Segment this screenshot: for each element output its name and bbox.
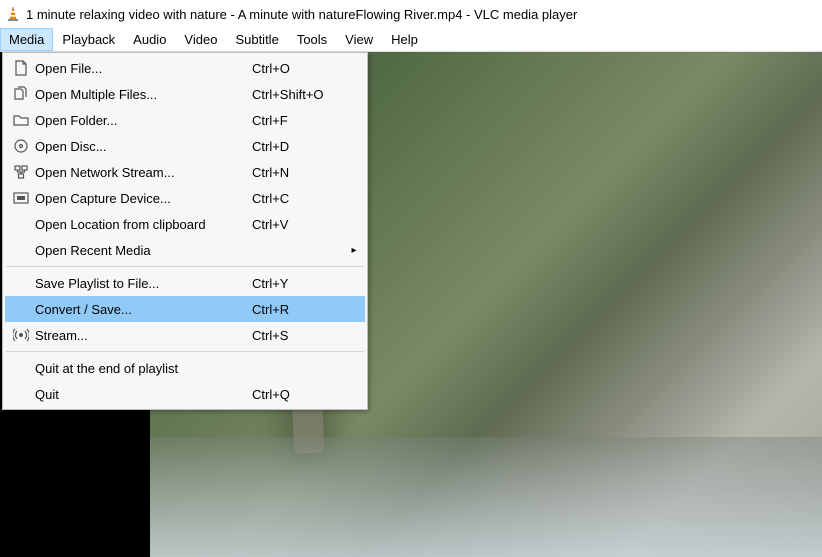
window-title: 1 minute relaxing video with nature - A … — [26, 7, 577, 22]
menu-item-label: Open File... — [33, 61, 252, 76]
menu-item-shortcut: Ctrl+O — [252, 61, 347, 76]
no-icon — [9, 384, 33, 404]
media-menu-stream[interactable]: Stream...Ctrl+S — [5, 322, 365, 348]
menubar: MediaPlaybackAudioVideoSubtitleToolsView… — [0, 28, 822, 52]
media-menu-open-capture-device[interactable]: Open Capture Device...Ctrl+C — [5, 185, 365, 211]
menu-item-label: Stream... — [33, 328, 252, 343]
media-menu-open-recent-media[interactable]: Open Recent Media ▸ — [5, 237, 365, 263]
vlc-cone-icon — [6, 6, 20, 22]
menu-audio[interactable]: Audio — [124, 28, 175, 51]
menu-item-label: Convert / Save... — [33, 302, 252, 317]
menu-item-shortcut: Ctrl+R — [252, 302, 347, 317]
menu-playback[interactable]: Playback — [53, 28, 124, 51]
disc-icon — [9, 136, 33, 156]
menu-help[interactable]: Help — [382, 28, 427, 51]
no-icon — [9, 240, 33, 260]
menu-tools[interactable]: Tools — [288, 28, 336, 51]
menu-item-shortcut: Ctrl+V — [252, 217, 347, 232]
menu-item-shortcut: Ctrl+C — [252, 191, 347, 206]
menu-item-shortcut: Ctrl+N — [252, 165, 347, 180]
media-menu-convert-save[interactable]: Convert / Save...Ctrl+R — [5, 296, 365, 322]
media-menu-dropdown: Open File...Ctrl+OOpen Multiple Files...… — [2, 52, 368, 410]
media-menu-quit[interactable]: QuitCtrl+Q — [5, 381, 365, 407]
menu-video[interactable]: Video — [175, 28, 226, 51]
window-titlebar: 1 minute relaxing video with nature - A … — [0, 0, 822, 28]
menu-item-shortcut: Ctrl+Shift+O — [252, 87, 347, 102]
menu-item-label: Open Recent Media — [33, 243, 252, 258]
menu-item-label: Save Playlist to File... — [33, 276, 252, 291]
capture-icon — [9, 188, 33, 208]
menu-item-label: Quit — [33, 387, 252, 402]
media-menu-quit-at-the-end-of-playlist[interactable]: Quit at the end of playlist — [5, 355, 365, 381]
menu-item-label: Open Network Stream... — [33, 165, 252, 180]
menu-subtitle[interactable]: Subtitle — [226, 28, 287, 51]
no-icon — [9, 299, 33, 319]
menu-item-shortcut: Ctrl+D — [252, 139, 347, 154]
menu-separator — [6, 266, 364, 267]
menu-item-shortcut: Ctrl+Y — [252, 276, 347, 291]
menu-item-shortcut: Ctrl+S — [252, 328, 347, 343]
no-icon — [9, 273, 33, 293]
menu-item-label: Open Folder... — [33, 113, 252, 128]
stream-icon — [9, 325, 33, 345]
menu-item-shortcut: Ctrl+Q — [252, 387, 347, 402]
menu-item-label: Open Location from clipboard — [33, 217, 252, 232]
menu-view[interactable]: View — [336, 28, 382, 51]
menu-item-label: Open Multiple Files... — [33, 87, 252, 102]
submenu-arrow-icon: ▸ — [347, 245, 361, 256]
menu-separator — [6, 351, 364, 352]
media-menu-open-network-stream[interactable]: Open Network Stream...Ctrl+N — [5, 159, 365, 185]
file-icon — [9, 58, 33, 78]
media-menu-open-folder[interactable]: Open Folder...Ctrl+F — [5, 107, 365, 133]
folder-icon — [9, 110, 33, 130]
menu-item-shortcut: Ctrl+F — [252, 113, 347, 128]
menu-item-label: Quit at the end of playlist — [33, 361, 252, 376]
menu-item-label: Open Disc... — [33, 139, 252, 154]
media-menu-open-multiple-files[interactable]: Open Multiple Files...Ctrl+Shift+O — [5, 81, 365, 107]
files-icon — [9, 84, 33, 104]
media-menu-save-playlist-to-file[interactable]: Save Playlist to File...Ctrl+Y — [5, 270, 365, 296]
menu-media[interactable]: Media — [0, 28, 53, 51]
no-icon — [9, 358, 33, 378]
no-icon — [9, 214, 33, 234]
media-menu-open-disc[interactable]: Open Disc...Ctrl+D — [5, 133, 365, 159]
media-menu-open-file[interactable]: Open File...Ctrl+O — [5, 55, 365, 81]
network-icon — [9, 162, 33, 182]
media-menu-open-location-from-clipboard[interactable]: Open Location from clipboardCtrl+V — [5, 211, 365, 237]
menu-item-label: Open Capture Device... — [33, 191, 252, 206]
